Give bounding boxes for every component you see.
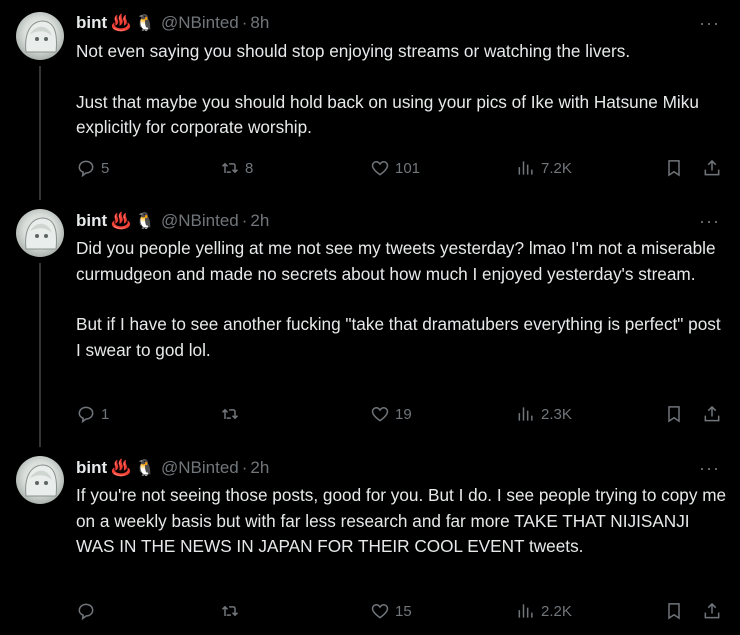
reply-button[interactable]: 1 (76, 402, 109, 426)
more-options-icon[interactable]: ··· (699, 210, 720, 232)
views-button[interactable]: 2.3K (516, 402, 572, 426)
penguin-emoji: 🐧 (135, 15, 155, 32)
retweet-button[interactable]: 8 (220, 156, 253, 180)
retweet-count: 8 (245, 159, 254, 177)
share-upload-icon (704, 602, 720, 619)
hot-springs-emoji: ♨️ (111, 213, 132, 230)
bookmark-icon (668, 160, 680, 177)
user-handle[interactable]: @NBinted (161, 211, 239, 231)
timestamp[interactable]: 8h (250, 13, 269, 33)
display-name[interactable]: bint (76, 13, 107, 33)
bookmark-icon (668, 603, 680, 620)
share-upload-icon (704, 405, 720, 422)
tweet-header: bint ♨️ 🐧 @NBinted · 2h (76, 457, 269, 479)
separator-dot: · (241, 458, 248, 477)
views-button[interactable]: 7.2K (516, 156, 572, 180)
views-count: 2.2K (541, 602, 572, 620)
action-bar: 5 8 101 7.2K (76, 156, 728, 180)
reply-button[interactable]: 5 (76, 156, 109, 180)
tweet-header: bint ♨️ 🐧 @NBinted · 8h (76, 12, 269, 34)
bookmark-button[interactable] (662, 402, 686, 426)
heart-icon (371, 603, 389, 619)
tweet-3[interactable]: bint ♨️ 🐧 @NBinted · 2h ··· If you're no… (0, 447, 740, 635)
reply-count: 5 (101, 159, 110, 177)
tweet-paragraph: If you're not seeing those posts, good f… (76, 485, 727, 556)
bookmark-button[interactable] (662, 599, 686, 623)
heart-icon (371, 406, 389, 422)
share-button[interactable] (700, 599, 724, 623)
like-count: 15 (395, 602, 412, 620)
tweet-paragraph: Did you people yelling at me not see my … (76, 238, 716, 284)
reply-count: 1 (101, 405, 110, 423)
action-bar: 15 2.2K (76, 599, 728, 623)
tweet-2[interactable]: bint ♨️ 🐧 @NBinted · 2h ··· Did you peop… (0, 200, 740, 447)
speech-bubble-icon (78, 406, 94, 424)
tweet-text: Not even saying you should stop enjoying… (76, 39, 728, 141)
tweet-paragraph: Not even saying you should stop enjoying… (76, 41, 631, 61)
share-button[interactable] (700, 156, 724, 180)
like-count: 19 (395, 405, 412, 423)
bookmark-button[interactable] (662, 156, 686, 180)
timestamp[interactable]: 2h (250, 211, 269, 231)
heart-icon (371, 160, 389, 176)
share-button[interactable] (700, 402, 724, 426)
tweet-1[interactable]: bint ♨️ 🐧 @NBinted · 8h ··· Not even say… (0, 0, 740, 200)
speech-bubble-icon (78, 160, 94, 178)
separator-dot: · (241, 211, 248, 230)
tweet-paragraph: Just that maybe you should hold back on … (76, 91, 699, 138)
retweet-button[interactable] (220, 599, 245, 623)
views-count: 2.3K (541, 405, 572, 423)
bookmark-icon (668, 406, 680, 423)
action-bar: 1 19 2.3K (76, 402, 728, 426)
penguin-emoji: 🐧 (135, 213, 155, 230)
bar-chart-icon (518, 604, 533, 618)
views-count: 7.2K (541, 159, 572, 177)
avatar[interactable] (16, 456, 64, 504)
user-handle[interactable]: @NBinted (161, 13, 239, 33)
hot-springs-emoji: ♨️ (111, 460, 132, 477)
like-button[interactable]: 19 (370, 402, 412, 426)
retweet-arrows-icon (221, 162, 239, 174)
user-handle[interactable]: @NBinted (161, 458, 239, 478)
timestamp[interactable]: 2h (250, 458, 269, 478)
speech-bubble-icon (78, 603, 94, 621)
avatar[interactable] (16, 12, 64, 60)
tweet-text: If you're not seeing those posts, good f… (76, 483, 728, 560)
bar-chart-icon (518, 161, 533, 175)
like-button[interactable]: 101 (370, 156, 420, 180)
like-button[interactable]: 15 (370, 599, 412, 623)
tweet-text: Did you people yelling at me not see my … (76, 236, 728, 363)
retweet-arrows-icon (221, 605, 239, 617)
thread-connector-line (39, 263, 41, 447)
thread-connector-line (39, 66, 41, 200)
avatar[interactable] (16, 209, 64, 257)
separator-dot: · (241, 13, 248, 32)
bar-chart-icon (518, 407, 533, 421)
tweet-header: bint ♨️ 🐧 @NBinted · 2h (76, 210, 269, 232)
hot-springs-emoji: ♨️ (111, 15, 132, 32)
reply-button[interactable] (76, 599, 101, 623)
retweet-arrows-icon (221, 408, 239, 420)
more-options-icon[interactable]: ··· (699, 12, 720, 34)
display-name[interactable]: bint (76, 458, 107, 478)
tweet-paragraph: But if I have to see another fucking "ta… (76, 314, 721, 360)
display-name[interactable]: bint (76, 211, 107, 231)
retweet-button[interactable] (220, 402, 245, 426)
more-options-icon[interactable]: ··· (699, 457, 720, 479)
like-count: 101 (395, 159, 421, 177)
views-button[interactable]: 2.2K (516, 599, 572, 623)
share-upload-icon (704, 159, 720, 176)
penguin-emoji: 🐧 (135, 460, 155, 477)
